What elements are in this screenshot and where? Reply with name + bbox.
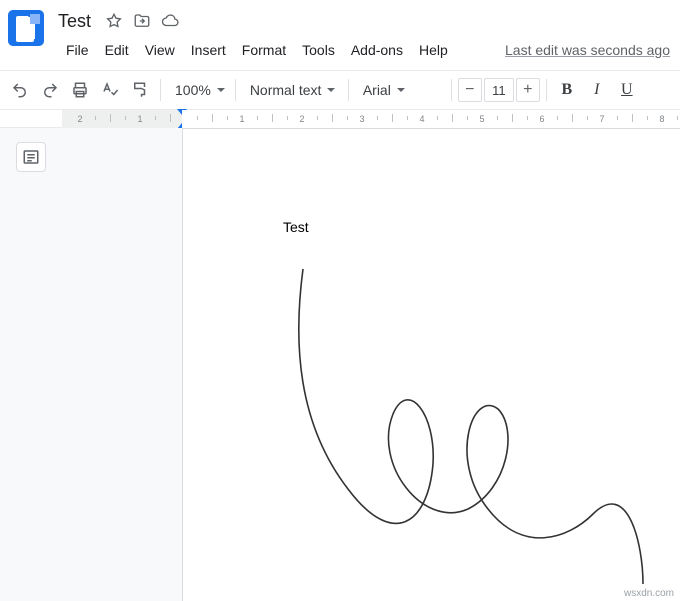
redo-button[interactable] bbox=[36, 76, 64, 104]
left-panel bbox=[0, 128, 62, 601]
toolbar-separator bbox=[451, 79, 452, 101]
app-header: Test File Edit View Inse bbox=[0, 0, 680, 62]
ruler-page-area[interactable]: 1 2 3 4 5 6 7 8 9 bbox=[182, 110, 680, 128]
menu-format[interactable]: Format bbox=[234, 40, 294, 60]
zoom-dropdown[interactable]: 100% bbox=[167, 76, 229, 104]
ruler-label: 1 bbox=[236, 110, 248, 128]
bold-button[interactable]: B bbox=[553, 76, 581, 104]
ruler-label: 6 bbox=[536, 110, 548, 128]
star-icon[interactable] bbox=[103, 10, 125, 32]
title-row: Test bbox=[58, 8, 670, 34]
font-family-dropdown[interactable]: Arial bbox=[355, 76, 445, 104]
doc-title-area: Test File Edit View Inse bbox=[58, 8, 670, 62]
font-size-input[interactable] bbox=[484, 78, 514, 102]
menu-bar: File Edit View Insert Format Tools Add-o… bbox=[58, 38, 670, 62]
scribble-drawing[interactable] bbox=[273, 264, 673, 584]
chevron-down-icon bbox=[217, 88, 225, 92]
watermark: wsxdn.com bbox=[624, 588, 674, 599]
font-size-group: − + bbox=[458, 78, 540, 102]
paint-format-button[interactable] bbox=[126, 76, 154, 104]
toolbar-separator bbox=[160, 79, 161, 101]
toolbar-separator bbox=[235, 79, 236, 101]
ruler-label: 2 bbox=[296, 110, 308, 128]
ruler-margin-left[interactable]: 2 1 bbox=[62, 110, 182, 128]
menu-help[interactable]: Help bbox=[411, 40, 456, 60]
cloud-saved-icon[interactable] bbox=[159, 10, 181, 32]
font-size-decrease-button[interactable]: − bbox=[458, 78, 482, 102]
ruler-label: 7 bbox=[596, 110, 608, 128]
ruler-label: 3 bbox=[356, 110, 368, 128]
paragraph-style-dropdown[interactable]: Normal text bbox=[242, 76, 342, 104]
document-title[interactable]: Test bbox=[58, 11, 97, 32]
document-text[interactable]: Test bbox=[283, 219, 309, 235]
ruler-label: 8 bbox=[656, 110, 668, 128]
menu-file[interactable]: File bbox=[58, 40, 97, 60]
menu-addons[interactable]: Add-ons bbox=[343, 40, 411, 60]
ruler-label: 4 bbox=[416, 110, 428, 128]
paragraph-style-value: Normal text bbox=[250, 82, 322, 98]
ruler-label: 5 bbox=[476, 110, 488, 128]
print-button[interactable] bbox=[66, 76, 94, 104]
toolbar-separator bbox=[546, 79, 547, 101]
chevron-down-icon bbox=[327, 88, 335, 92]
spellcheck-button[interactable] bbox=[96, 76, 124, 104]
font-family-value: Arial bbox=[363, 82, 391, 98]
last-edit-link[interactable]: Last edit was seconds ago bbox=[505, 42, 670, 58]
toolbar: 100% Normal text Arial − + B I U bbox=[0, 70, 680, 110]
underline-button[interactable]: U bbox=[613, 76, 641, 104]
menu-edit[interactable]: Edit bbox=[97, 40, 137, 60]
undo-button[interactable] bbox=[6, 76, 34, 104]
show-outline-button[interactable] bbox=[16, 142, 46, 172]
horizontal-ruler[interactable]: 2 1 1 2 3 4 5 6 7 bbox=[0, 110, 680, 128]
menu-tools[interactable]: Tools bbox=[294, 40, 343, 60]
toolbar-separator bbox=[348, 79, 349, 101]
docs-logo[interactable] bbox=[8, 10, 44, 46]
menu-insert[interactable]: Insert bbox=[183, 40, 234, 60]
ruler-label: 2 bbox=[74, 110, 86, 128]
menu-view[interactable]: View bbox=[137, 40, 183, 60]
zoom-value: 100% bbox=[175, 82, 211, 98]
font-size-increase-button[interactable]: + bbox=[516, 78, 540, 102]
ruler-label: 1 bbox=[134, 110, 146, 128]
italic-button[interactable]: I bbox=[583, 76, 611, 104]
workspace: Test bbox=[0, 128, 680, 601]
chevron-down-icon bbox=[397, 88, 405, 92]
document-page[interactable]: Test bbox=[182, 128, 680, 601]
move-icon[interactable] bbox=[131, 10, 153, 32]
document-canvas[interactable]: Test bbox=[62, 128, 680, 601]
